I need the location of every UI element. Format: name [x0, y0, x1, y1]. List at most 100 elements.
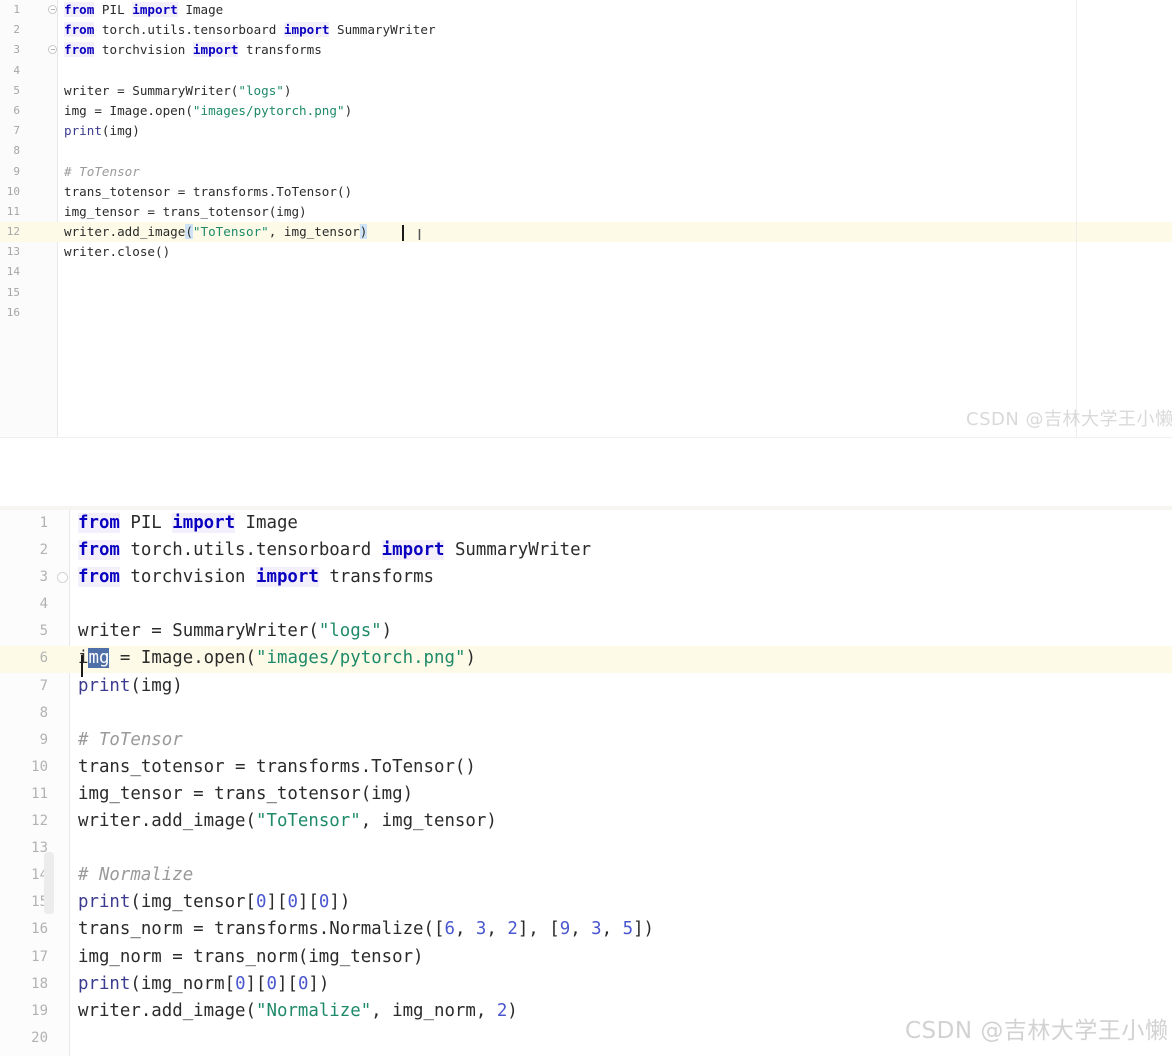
code-token: ,: [454, 919, 476, 940]
code-token: mg: [88, 648, 110, 669]
code-line[interactable]: 3 from torchvision import transforms: [0, 40, 1172, 60]
code-line[interactable]: 7 print(img): [0, 121, 1172, 141]
line-number: 3: [39, 569, 48, 586]
code-line[interactable]: 6 img = Image.open("images/pytorch.png"): [0, 645, 1172, 672]
code-token: ): [381, 621, 393, 642]
lower-code-area[interactable]: 1 from PIL import Image 2 from torch.utils.…: [0, 510, 1172, 1056]
code-token: 3: [475, 919, 487, 940]
watermark-top: CSDN @吉林大学王小懒: [966, 409, 1172, 430]
code-fold-icon[interactable]: [48, 45, 57, 55]
line-number: 20: [31, 1029, 48, 1046]
code-line[interactable]: 18 print(img_norm[0][0][0]): [0, 971, 1172, 998]
code-token: ][: [297, 892, 319, 913]
upper-code-editor[interactable]: 1 from PIL import Image 2 from torch.utils.…: [0, 0, 1172, 438]
code-token: (img_norm[: [130, 973, 236, 994]
code-token: SummaryWriter: [329, 22, 436, 38]
code-line[interactable]: 8: [0, 141, 1172, 161]
line-number: 17: [31, 948, 48, 965]
code-token: 2: [496, 1000, 508, 1021]
code-token: from: [64, 22, 95, 38]
code-line[interactable]: 4: [0, 61, 1172, 81]
code-token: from: [64, 42, 95, 58]
line-number: 10: [31, 758, 48, 775]
code-line[interactable]: 13: [0, 835, 1172, 862]
code-token: import: [132, 2, 178, 17]
code-token: Image: [235, 513, 298, 533]
line-number: 11: [31, 785, 48, 802]
code-line[interactable]: 3 from torchvision import transforms: [0, 564, 1172, 591]
code-token: # ToTensor: [64, 163, 140, 179]
code-line[interactable]: 12 writer.add_image("ToTensor", img_tenso…: [0, 808, 1172, 835]
code-token: writer = SummaryWriter(: [78, 621, 319, 642]
code-line[interactable]: 11 img_tensor = trans_totensor(img): [0, 781, 1172, 808]
line-number: 19: [31, 1002, 48, 1019]
code-token: (: [185, 224, 193, 240]
code-token: img = Image.open(: [64, 102, 193, 118]
code-token: ,: [486, 919, 508, 940]
code-token: trans_norm = transforms.Normalize([: [78, 919, 445, 940]
line-number: 16: [31, 921, 48, 938]
code-token: "images/pytorch.png": [256, 648, 466, 669]
line-number: 7: [13, 124, 20, 138]
code-line[interactable]: 17 img_norm = trans_norm(img_tensor): [0, 944, 1172, 971]
code-token: PIL: [119, 513, 173, 533]
code-token: , img_tensor): [360, 811, 497, 832]
code-line[interactable]: 5 writer = SummaryWriter("logs"): [0, 81, 1172, 101]
line-number: 10: [6, 184, 20, 198]
code-line[interactable]: 16: [0, 303, 1172, 323]
code-token: print: [64, 123, 102, 139]
line-number: 2: [39, 542, 48, 559]
code-line[interactable]: 13 writer.close(): [0, 242, 1172, 262]
code-line[interactable]: 15: [0, 283, 1172, 303]
code-token: from: [64, 2, 95, 17]
line-number: 6: [39, 650, 48, 667]
upper-code-area[interactable]: 1 from PIL import Image 2 from torch.utils.…: [0, 0, 1172, 438]
code-fold-icon[interactable]: [48, 5, 57, 14]
code-line[interactable]: 8: [0, 700, 1172, 727]
code-token: 0: [287, 892, 298, 913]
code-token: 2: [507, 919, 518, 940]
code-token: import: [381, 540, 445, 561]
line-number: 6: [13, 103, 20, 117]
code-token: ], [: [517, 919, 560, 940]
line-number: 9: [39, 731, 48, 748]
code-token: 6: [444, 919, 455, 940]
code-token: trans_totensor = transforms.ToTensor(): [78, 756, 476, 777]
code-line[interactable]: 4: [0, 591, 1172, 618]
code-line[interactable]: 1 from PIL import Image: [0, 510, 1172, 537]
code-line[interactable]: 10 trans_totensor = transforms.ToTensor(): [0, 754, 1172, 781]
text-caret-lower: [81, 655, 83, 677]
line-number: 4: [39, 596, 48, 613]
code-line[interactable]: 5 writer = SummaryWriter("logs"): [0, 618, 1172, 645]
code-line[interactable]: 9 # ToTensor: [0, 727, 1172, 754]
code-line[interactable]: 11 img_tensor = trans_totensor(img): [0, 202, 1172, 222]
code-token: writer.close(): [64, 244, 171, 260]
code-token: "logs": [318, 621, 382, 642]
code-line[interactable]: 15 print(img_tensor[0][0][0]): [0, 889, 1172, 916]
code-token: from: [78, 540, 120, 561]
code-line[interactable]: 7 print(img): [0, 673, 1172, 700]
line-number: 3: [13, 43, 20, 57]
code-token: ,: [601, 919, 623, 940]
line-number: 5: [39, 623, 48, 640]
code-line[interactable]: 16 trans_norm = transforms.Normalize([6, …: [0, 916, 1172, 943]
code-line[interactable]: 1 from PIL import Image: [0, 0, 1172, 20]
code-token: (img): [101, 123, 140, 139]
code-token: ): [359, 224, 368, 240]
lower-code-editor[interactable]: 1 from PIL import Image 2 from torch.utils.…: [0, 510, 1172, 1056]
line-number: 1: [39, 515, 48, 531]
code-token: "images/pytorch.png": [192, 102, 345, 118]
line-number: 13: [6, 245, 20, 259]
code-line[interactable]: 2 from torch.utils.tensorboard import Sum…: [0, 20, 1172, 40]
code-token: import: [283, 22, 330, 38]
line-number: 12: [31, 813, 48, 830]
code-line[interactable]: 14: [0, 262, 1172, 282]
code-line[interactable]: 6 img = Image.open("images/pytorch.png"): [0, 101, 1172, 121]
code-line[interactable]: 12 writer.add_image("ToTensor", img_tenso…: [0, 222, 1172, 242]
code-line[interactable]: 14 # Normalize: [0, 862, 1172, 889]
code-line[interactable]: 9 # ToTensor: [0, 162, 1172, 182]
code-fold-icon[interactable]: [57, 572, 68, 584]
code-line[interactable]: 2 from torch.utils.tensorboard import Sum…: [0, 537, 1172, 564]
code-token: ][: [245, 973, 267, 994]
code-line[interactable]: 10 trans_totensor = transforms.ToTensor(): [0, 182, 1172, 202]
